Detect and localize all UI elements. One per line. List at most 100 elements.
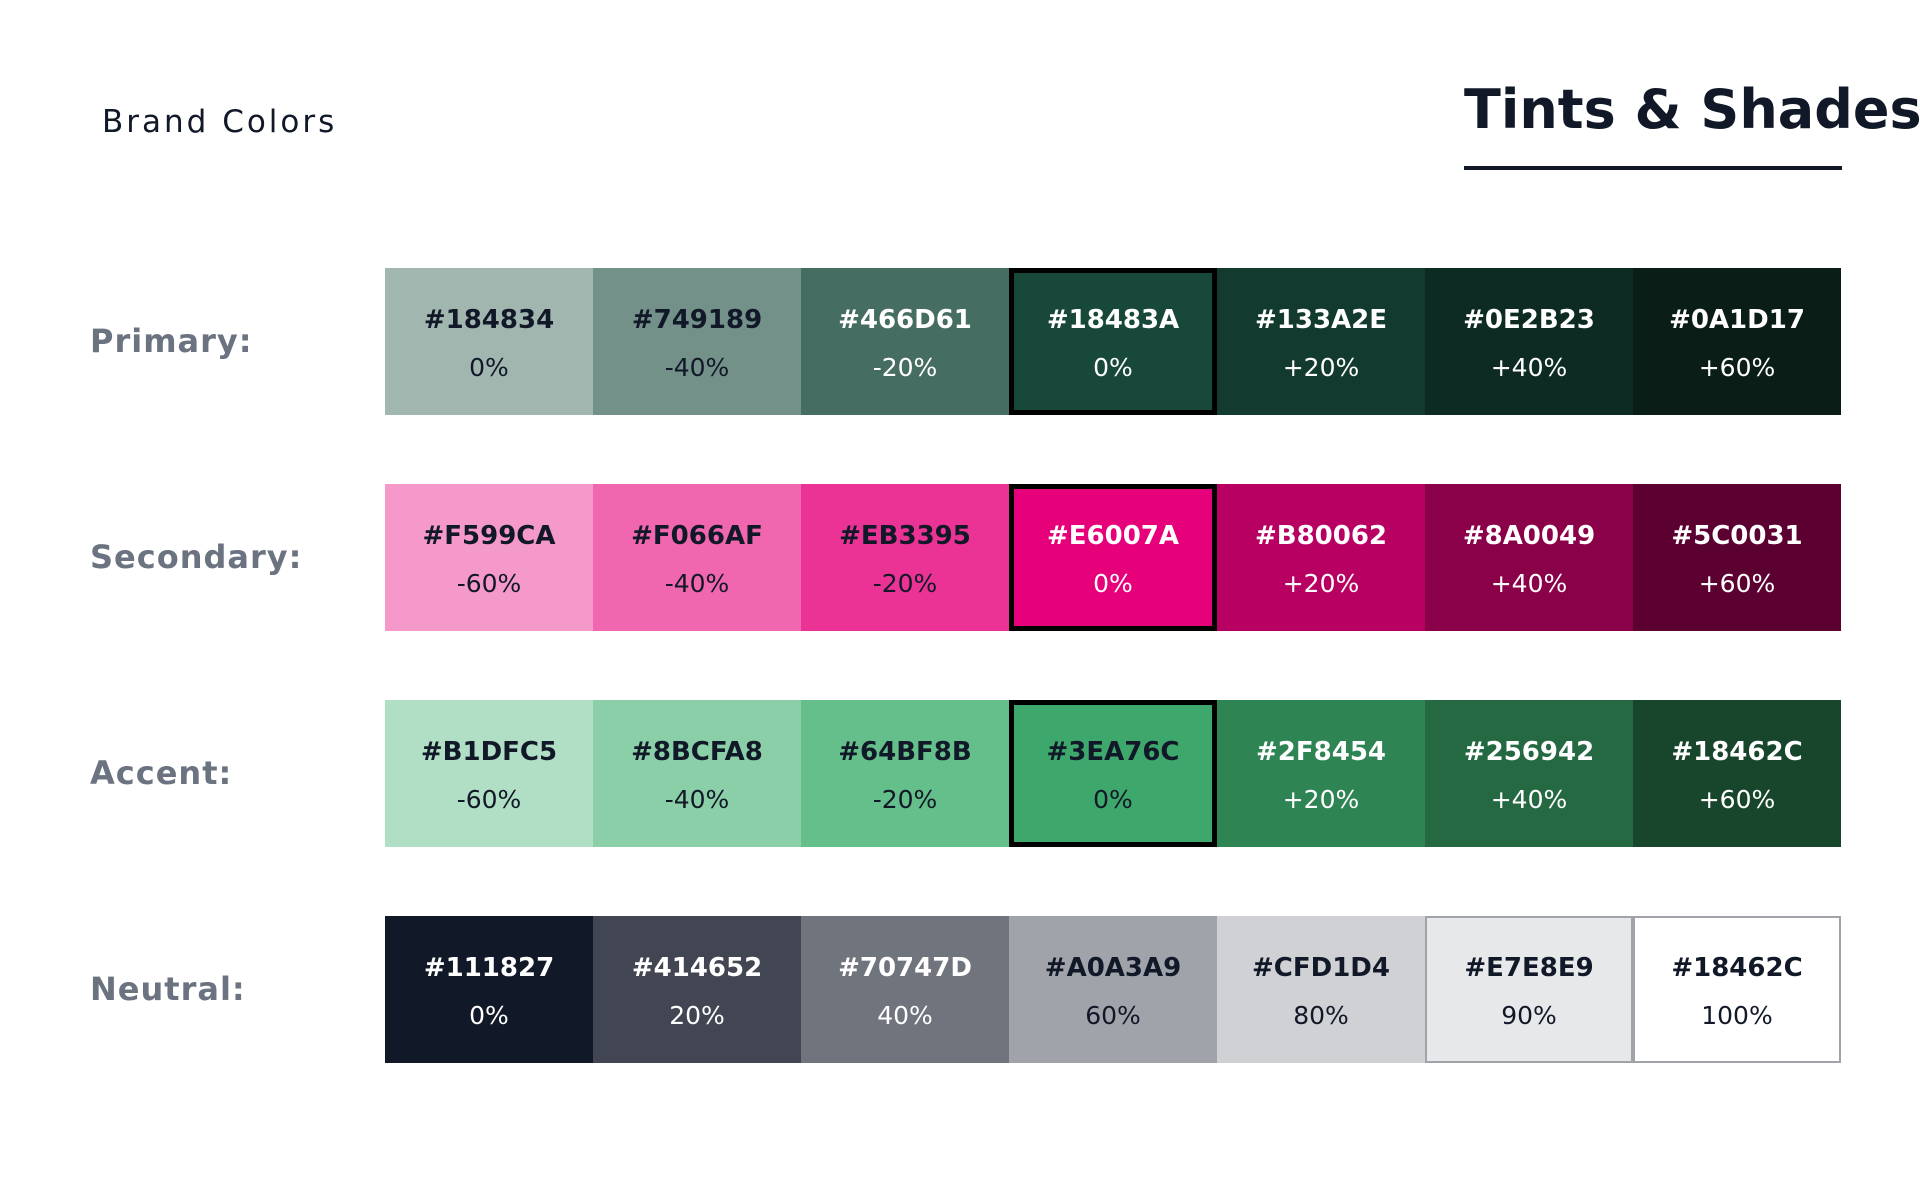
palette-label: Secondary: xyxy=(90,538,303,576)
swatch-hex-code: #8BCFA8 xyxy=(631,737,763,767)
color-swatch: #E7E8E9 90% xyxy=(1425,916,1633,1063)
palette-row-secondary: Secondary: #F599CA -60% #F066AF -40% #EB3395… xyxy=(0,484,1920,631)
color-swatch: #B1DFC5 -60% xyxy=(385,700,593,847)
color-swatch: #F599CA -60% xyxy=(385,484,593,631)
swatch-percent: 90% xyxy=(1501,1001,1557,1030)
swatch-hex-code: #256942 xyxy=(1463,737,1595,767)
swatch-percent: +40% xyxy=(1490,353,1568,382)
color-swatch: #0A1D17 +60% xyxy=(1633,268,1841,415)
swatch-percent: +20% xyxy=(1282,353,1360,382)
color-swatch: #64BF8B -20% xyxy=(801,700,1009,847)
color-swatch: #2F8454 +20% xyxy=(1217,700,1425,847)
swatch-hex-code: #18483A xyxy=(1046,305,1180,335)
swatch-percent: 40% xyxy=(877,1001,933,1030)
swatch-hex-code: #A0A3A9 xyxy=(1044,953,1182,983)
color-swatch: #CFD1D4 80% xyxy=(1217,916,1425,1063)
swatch-percent: -20% xyxy=(872,353,938,382)
swatch-strip: #111827 0% #414652 20% #70747D 40% #A0A3A9 60% #… xyxy=(385,916,1841,1063)
swatch-strip: #F599CA -60% #F066AF -40% #EB3395 -20% #E6007A… xyxy=(385,484,1841,631)
color-swatch-base: #18483A 0% xyxy=(1009,268,1217,415)
swatch-hex-code: #8A0049 xyxy=(1462,521,1596,551)
swatch-percent: -60% xyxy=(456,569,522,598)
swatch-percent: -60% xyxy=(456,785,522,814)
swatch-percent: -40% xyxy=(664,569,730,598)
color-swatch: #18462C 100% xyxy=(1633,916,1841,1063)
swatch-percent: +40% xyxy=(1490,569,1568,598)
swatch-hex-code: #111827 xyxy=(423,953,555,983)
swatch-hex-code: #64BF8B xyxy=(838,737,972,767)
swatch-percent: 0% xyxy=(1093,569,1133,598)
swatch-percent: +40% xyxy=(1490,785,1568,814)
swatch-hex-code: #0A1D17 xyxy=(1669,305,1805,335)
swatch-percent: 0% xyxy=(1093,785,1133,814)
swatch-percent: -40% xyxy=(664,353,730,382)
palette-label: Accent: xyxy=(90,754,233,792)
page-title: Tints & Shades xyxy=(1464,78,1920,141)
title-block: Tints & Shades xyxy=(1464,78,1920,170)
swatch-hex-code: #EB3395 xyxy=(839,521,971,551)
color-swatch: #256942 +40% xyxy=(1425,700,1633,847)
title-underline xyxy=(1464,166,1842,170)
swatch-hex-code: #70747D xyxy=(838,953,972,983)
tints-shades-page: Brand Colors Tints & Shades Primary: #18… xyxy=(0,0,1920,1183)
swatch-percent: 0% xyxy=(469,353,509,382)
swatch-hex-code: #CFD1D4 xyxy=(1252,953,1390,983)
swatch-percent: 0% xyxy=(1093,353,1133,382)
swatch-percent: +20% xyxy=(1282,569,1360,598)
swatch-percent: 80% xyxy=(1293,1001,1349,1030)
color-swatch: #749189 -40% xyxy=(593,268,801,415)
color-swatch: #414652 20% xyxy=(593,916,801,1063)
swatch-hex-code: #133A2E xyxy=(1254,305,1388,335)
swatch-hex-code: #18462C xyxy=(1671,737,1803,767)
swatch-percent: -40% xyxy=(664,785,730,814)
palette-row-neutral: Neutral: #111827 0% #414652 20% #70747D 40% #A… xyxy=(0,916,1920,1063)
color-swatch: #5C0031 +60% xyxy=(1633,484,1841,631)
color-swatch: #0E2B23 +40% xyxy=(1425,268,1633,415)
brand-colors-label: Brand Colors xyxy=(102,104,338,140)
swatch-hex-code: #0E2B23 xyxy=(1463,305,1595,335)
swatch-percent: +60% xyxy=(1698,785,1776,814)
swatch-hex-code: #2F8454 xyxy=(1256,737,1386,767)
palette-label: Primary: xyxy=(90,322,253,360)
palette-row-primary: Primary: #184834 0% #749189 -40% #466D61 -20%… xyxy=(0,268,1920,415)
swatch-hex-code: #B80062 xyxy=(1254,521,1388,551)
swatch-hex-code: #F066AF xyxy=(631,521,763,551)
color-swatch: #F066AF -40% xyxy=(593,484,801,631)
swatch-percent: 20% xyxy=(669,1001,725,1030)
color-swatch: #EB3395 -20% xyxy=(801,484,1009,631)
color-swatch: #184834 0% xyxy=(385,268,593,415)
swatch-strip: #184834 0% #749189 -40% #466D61 -20% #18483A 0%… xyxy=(385,268,1841,415)
color-swatch-base: #3EA76C 0% xyxy=(1009,700,1217,847)
swatch-hex-code: #184834 xyxy=(423,305,555,335)
swatch-hex-code: #B1DFC5 xyxy=(420,737,558,767)
swatch-strip: #B1DFC5 -60% #8BCFA8 -40% #64BF8B -20% #3EA76C… xyxy=(385,700,1841,847)
swatch-hex-code: #E6007A xyxy=(1046,521,1180,551)
color-swatch: #466D61 -20% xyxy=(801,268,1009,415)
swatch-hex-code: #18462C xyxy=(1671,953,1803,983)
swatch-percent: +60% xyxy=(1698,569,1776,598)
color-swatch: #70747D 40% xyxy=(801,916,1009,1063)
swatch-percent: 100% xyxy=(1701,1001,1773,1030)
color-swatch: #8BCFA8 -40% xyxy=(593,700,801,847)
color-swatch: #18462C +60% xyxy=(1633,700,1841,847)
palette-row-accent: Accent: #B1DFC5 -60% #8BCFA8 -40% #64BF8B -20… xyxy=(0,700,1920,847)
swatch-hex-code: #5C0031 xyxy=(1671,521,1803,551)
color-swatch: #133A2E +20% xyxy=(1217,268,1425,415)
swatch-hex-code: #F599CA xyxy=(422,521,556,551)
swatch-hex-code: #E7E8E9 xyxy=(1464,953,1594,983)
color-swatch: #8A0049 +40% xyxy=(1425,484,1633,631)
swatch-percent: 60% xyxy=(1085,1001,1141,1030)
color-swatch: #B80062 +20% xyxy=(1217,484,1425,631)
swatch-hex-code: #3EA76C xyxy=(1046,737,1180,767)
color-swatch: #111827 0% xyxy=(385,916,593,1063)
swatch-percent: +20% xyxy=(1282,785,1360,814)
swatch-hex-code: #749189 xyxy=(631,305,763,335)
swatch-hex-code: #466D61 xyxy=(838,305,972,335)
swatch-percent: +60% xyxy=(1698,353,1776,382)
swatch-percent: -20% xyxy=(872,569,938,598)
color-swatch: #A0A3A9 60% xyxy=(1009,916,1217,1063)
swatch-percent: 0% xyxy=(469,1001,509,1030)
swatch-hex-code: #414652 xyxy=(631,953,763,983)
swatch-percent: -20% xyxy=(872,785,938,814)
color-swatch-base: #E6007A 0% xyxy=(1009,484,1217,631)
